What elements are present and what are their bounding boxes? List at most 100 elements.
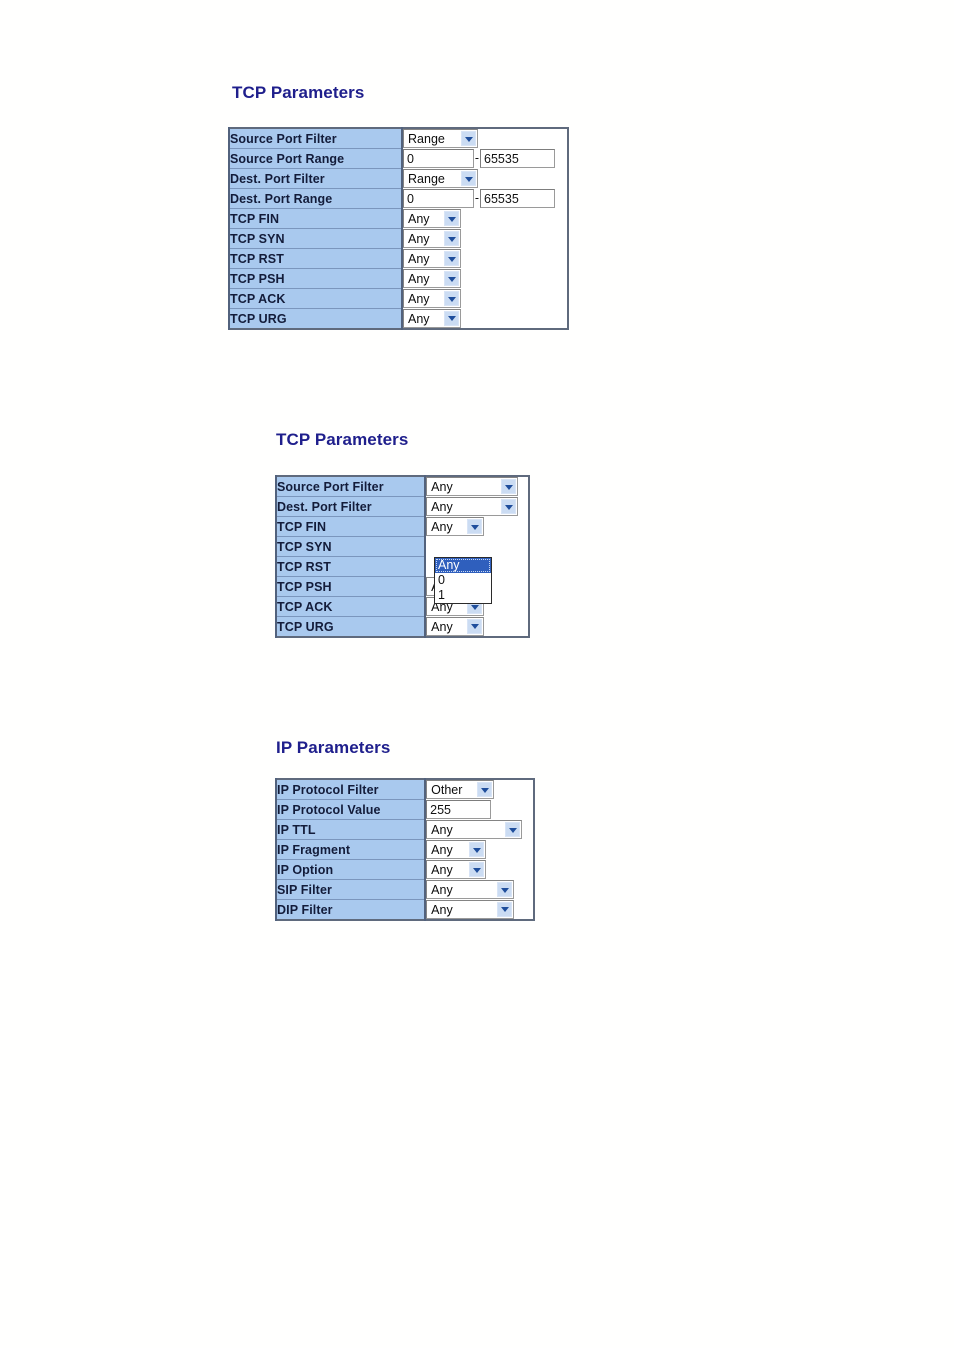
table-row: TCP ACK Any [227,288,568,309]
tcp-ack-select[interactable]: Any [403,289,462,308]
row-value-tcp-urg: Any [402,308,568,329]
table-row: TCP URG Any [274,616,529,638]
chevron-down-icon[interactable] [497,882,513,897]
row-value-tcp-urg: Any [425,616,529,637]
tcp-fin-select[interactable]: Any [403,209,462,228]
dest-port-filter-select[interactable]: Range [403,169,479,188]
row-label-source-port-filter: Source Port Filter [274,475,427,497]
row-label-tcp-urg: TCP URG [227,308,404,330]
chevron-down-icon[interactable] [477,782,493,798]
tcp-urg-select[interactable]: Any [403,308,462,328]
source-port-filter-select[interactable]: Any [426,477,519,497]
dropdown-option-1[interactable]: 1 [435,588,491,603]
table-row: TCP FIN Any [274,516,529,537]
tcp-urg-select[interactable]: Any [426,616,485,636]
chevron-down-icon[interactable] [444,310,460,326]
row-label-dest-port-filter: Dest. Port Filter [274,496,427,517]
tcp-psh-select[interactable]: Any [403,269,462,288]
row-label-tcp-urg: TCP URG [274,616,427,638]
table-row: DIP Filter Any [274,899,534,921]
table-row: Source Port Filter Range [227,127,568,149]
dip-filter-select[interactable]: Any [426,899,515,919]
table-row: SIP Filter Any [274,879,534,900]
table-tcp-parameters-range: Source Port Filter Range Source Port Ran… [227,127,569,330]
row-label-tcp-syn: TCP SYN [274,536,427,557]
dest-port-range-from-input[interactable]: 0 [403,189,475,208]
ip-fragment-select[interactable]: Any [426,840,487,859]
row-value-ip-protocol-filter: Other [425,779,534,800]
table-ip-parameters: IP Protocol Filter Other IP Protocol Val… [274,778,535,921]
chevron-down-icon[interactable] [444,231,460,246]
chevron-down-icon[interactable] [461,131,477,147]
ip-ttl-select[interactable]: Any [426,820,523,839]
row-value-tcp-ack: Any [402,288,568,309]
row-value-dip-filter: Any [425,899,534,920]
source-port-range-to-input[interactable]: 65535 [480,149,556,168]
dropdown-option-any[interactable]: Any [435,558,491,573]
row-value-dest-port-filter: Range [402,168,568,189]
table-row: TCP FIN Any [227,208,568,229]
table-row: IP Option Any [274,859,534,880]
row-label-tcp-syn: TCP SYN [227,228,404,249]
document-page: TCP Parameters Source Port Filter Range … [0,0,954,1348]
table-row: Source Port Filter Any [274,475,529,497]
dropdown-option-0[interactable]: 0 [435,573,491,588]
source-port-range-from-input[interactable]: 0 [403,149,475,168]
row-label-tcp-rst: TCP RST [274,556,427,577]
chevron-down-icon[interactable] [444,211,460,226]
row-value-ip-fragment: Any [425,839,534,860]
row-value-source-port-filter: Range [402,128,568,149]
table-row: IP Protocol Filter Other [274,778,534,800]
table-row: TCP RST Any [227,248,568,269]
table-row: TCP SYN Any [227,228,568,249]
chevron-down-icon[interactable] [497,901,513,917]
sip-filter-select[interactable]: Any [426,880,515,899]
chevron-down-icon[interactable] [444,271,460,286]
chevron-down-icon[interactable] [467,519,483,534]
chevron-down-icon[interactable] [501,479,517,495]
row-label-tcp-ack: TCP ACK [227,288,404,309]
row-value-tcp-psh: Any [402,268,568,289]
ip-protocol-filter-select[interactable]: Other [426,780,495,800]
section-title-ip-parameters: IP Parameters [276,738,391,757]
row-value-tcp-fin: Any [402,208,568,229]
table-row: TCP URG Any [227,308,568,330]
source-port-filter-select[interactable]: Range [403,129,479,149]
row-value-tcp-rst: Any [402,248,568,269]
section-title-tcp-parameters-any: TCP Parameters [276,430,409,449]
row-value-dest-port-filter: Any [425,496,529,517]
tcp-rst-select[interactable]: Any [403,249,462,268]
row-label-tcp-fin: TCP FIN [274,516,427,537]
chevron-down-icon[interactable] [467,618,483,634]
table-row: Source Port Range 0 - 65535 [227,148,568,169]
chevron-down-icon[interactable] [444,251,460,266]
ip-option-select[interactable]: Any [426,860,487,879]
chevron-down-icon[interactable] [461,171,477,186]
row-value-ip-protocol-value: 255 [425,799,534,820]
ip-protocol-value-input[interactable]: 255 [426,800,492,819]
tcp-fin-select[interactable]: Any [426,517,485,536]
tcp-syn-select[interactable]: Any [403,229,462,248]
table-row: Dest. Port Range 0 - 65535 [227,188,568,209]
dest-port-range-to-input[interactable]: 65535 [480,189,556,208]
chevron-down-icon[interactable] [469,842,485,857]
row-value-source-port-range: 0 - 65535 [402,148,568,169]
row-value-dest-port-range: 0 - 65535 [402,188,568,209]
row-label-ip-ttl: IP TTL [274,819,427,840]
chevron-down-icon[interactable] [469,862,485,877]
row-label-dest-port-range: Dest. Port Range [227,188,404,209]
table-row: TCP PSH Any [227,268,568,289]
chevron-down-icon[interactable] [505,822,521,837]
row-label-ip-fragment: IP Fragment [274,839,427,860]
chevron-down-icon[interactable] [444,291,460,306]
row-label-source-port-range: Source Port Range [227,148,404,169]
chevron-down-icon[interactable] [501,499,517,514]
tcp-fin-dropdown-list[interactable]: Any 0 1 [434,557,492,604]
row-label-ip-option: IP Option [274,859,427,880]
row-label-sip-filter: SIP Filter [274,879,427,900]
row-label-dip-filter: DIP Filter [274,899,427,921]
dest-port-filter-select[interactable]: Any [426,497,519,516]
row-label-tcp-rst: TCP RST [227,248,404,269]
row-value-tcp-syn [425,536,529,557]
row-label-tcp-psh: TCP PSH [227,268,404,289]
